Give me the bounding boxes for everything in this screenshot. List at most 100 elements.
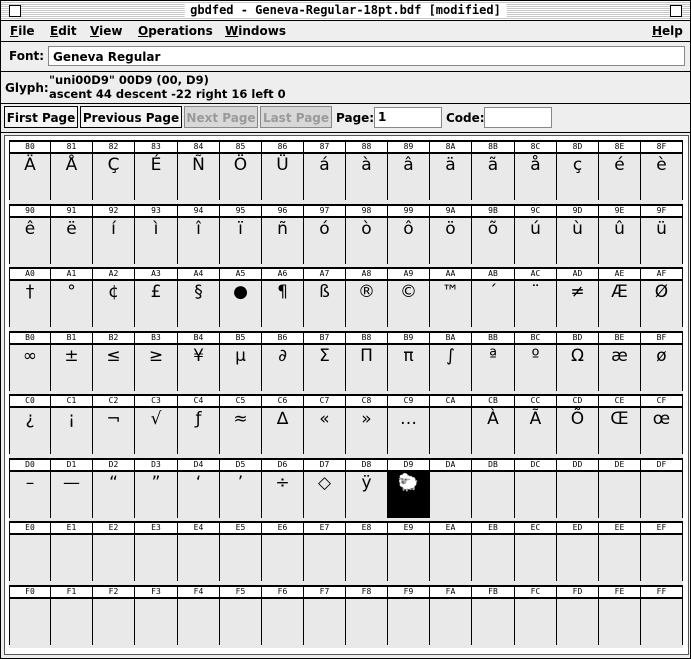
glyph-cell-da[interactable]: DA [430, 458, 472, 518]
glyph-cell-b1[interactable]: B1 ± [51, 331, 93, 391]
glyph-cell-bf[interactable]: BF ø [641, 331, 683, 391]
glyph-cell-fa[interactable]: FA [430, 585, 472, 645]
glyph-cell-c7[interactable]: C7 « [304, 394, 346, 454]
glyph-cell-93[interactable]: 93 ì [135, 204, 178, 264]
glyph-cell-8d[interactable]: 8D ç [557, 140, 599, 200]
glyph-cell-d7[interactable]: D7 ◇ [304, 458, 346, 518]
glyph-cell-b3[interactable]: B3 ≥ [135, 331, 178, 391]
glyph-cell-83[interactable]: 83 É [135, 140, 178, 200]
glyph-cell-92[interactable]: 92 í [93, 204, 135, 264]
glyph-cell-eb[interactable]: EB [472, 521, 515, 581]
glyph-cell-e0[interactable]: E0 [9, 521, 51, 581]
glyph-cell-8e[interactable]: 8E é [599, 140, 641, 200]
glyph-cell-d3[interactable]: D3” [135, 458, 178, 518]
glyph-cell-dd[interactable]: DD [557, 458, 599, 518]
glyph-cell-f2[interactable]: F2 [93, 585, 135, 645]
glyph-cell-98[interactable]: 98 ò [346, 204, 388, 264]
glyph-cell-90[interactable]: 90 ê [9, 204, 51, 264]
glyph-cell-ef[interactable]: EF [641, 521, 683, 581]
glyph-cell-d8[interactable]: D8 ÿ [346, 458, 388, 518]
glyph-cell-e5[interactable]: E5 [220, 521, 262, 581]
glyph-cell-8b[interactable]: 8B ã [472, 140, 515, 200]
menu-view[interactable]: View [90, 24, 122, 38]
glyph-cell-c8[interactable]: C8» [346, 394, 388, 454]
glyph-cell-a9[interactable]: A9 © [388, 267, 430, 327]
glyph-cell-d1[interactable]: D1— [51, 458, 93, 518]
glyph-cell-b5[interactable]: B5 µ [220, 331, 262, 391]
glyph-cell-9c[interactable]: 9C ú [515, 204, 557, 264]
glyph-cell-e4[interactable]: E4 [178, 521, 220, 581]
glyph-cell-b9[interactable]: B9 π [388, 331, 430, 391]
glyph-cell-ea[interactable]: EA [430, 521, 472, 581]
menu-operations[interactable]: Operations [138, 24, 213, 38]
glyph-cell-96[interactable]: 96 ñ [262, 204, 304, 264]
glyph-cell-ab[interactable]: AB ´ [472, 267, 515, 327]
glyph-cell-bc[interactable]: BC º [515, 331, 557, 391]
glyph-cell-e6[interactable]: E6 [262, 521, 304, 581]
glyph-cell-a1[interactable]: A1 ° [51, 267, 93, 327]
glyph-cell-af[interactable]: AF Ø [641, 267, 683, 327]
menu-edit[interactable]: Edit [50, 24, 77, 38]
glyph-cell-fd[interactable]: FD [557, 585, 599, 645]
glyph-cell-9f[interactable]: 9F ü [641, 204, 683, 264]
glyph-cell-ad[interactable]: AD ≠ [557, 267, 599, 327]
glyph-cell-80[interactable]: 80 Ä [9, 140, 51, 200]
last-page-button[interactable]: Last Page [260, 106, 332, 128]
font-name-field[interactable]: Geneva Regular [48, 46, 685, 66]
glyph-cell-c5[interactable]: C5 ≈ [220, 394, 262, 454]
menu-file[interactable]: File [10, 24, 35, 38]
glyph-cell-cb[interactable]: CB À [472, 394, 515, 454]
menu-windows[interactable]: Windows [225, 24, 286, 38]
close-box-icon[interactable] [9, 5, 21, 17]
glyph-cell-c2[interactable]: C2 ¬ [93, 394, 135, 454]
first-page-button[interactable]: First Page [4, 106, 78, 128]
glyph-cell-e2[interactable]: E2 [93, 521, 135, 581]
glyph-cell-ba[interactable]: BA ∫ [430, 331, 472, 391]
glyph-cell-91[interactable]: 91 ë [51, 204, 93, 264]
glyph-cell-bd[interactable]: BD Ω [557, 331, 599, 391]
glyph-cell-94[interactable]: 94 î [178, 204, 220, 264]
glyph-cell-c9[interactable]: C9… [388, 394, 430, 454]
glyph-cell-c6[interactable]: C6 ∆ [262, 394, 304, 454]
glyph-cell-d6[interactable]: D6 ÷ [262, 458, 304, 518]
glyph-cell-a2[interactable]: A2 ¢ [93, 267, 135, 327]
glyph-cell-fe[interactable]: FE [599, 585, 641, 645]
title-bar[interactable]: gbdfed - Geneva-Regular-18pt.bdf [modifi… [1, 1, 690, 21]
glyph-cell-a4[interactable]: A4 § [178, 267, 220, 327]
glyph-cell-ff[interactable]: FF [641, 585, 683, 645]
glyph-cell-c1[interactable]: C1 ¡ [51, 394, 93, 454]
glyph-cell-81[interactable]: 81 Å [51, 140, 93, 200]
glyph-cell-87[interactable]: 87 á [304, 140, 346, 200]
menu-help[interactable]: Help [652, 24, 683, 38]
glyph-cell-ec[interactable]: EC [515, 521, 557, 581]
glyph-cell-f7[interactable]: F7 [304, 585, 346, 645]
glyph-cell-f8[interactable]: F8 [346, 585, 388, 645]
glyph-cell-f5[interactable]: F5 [220, 585, 262, 645]
glyph-cell-d5[interactable]: D5’ [220, 458, 262, 518]
previous-page-button[interactable]: Previous Page [80, 106, 182, 128]
page-number-input[interactable]: 1 [374, 107, 442, 128]
glyph-cell-d9[interactable]: D9 🐑 [388, 458, 430, 518]
glyph-cell-f3[interactable]: F3 [135, 585, 178, 645]
glyph-cell-aa[interactable]: AA ™ [430, 267, 472, 327]
glyph-cell-8f[interactable]: 8F è [641, 140, 683, 200]
glyph-cell-bb[interactable]: BB ª [472, 331, 515, 391]
glyph-cell-a5[interactable]: A5 ● [220, 267, 262, 327]
glyph-cell-cc[interactable]: CC Ã [515, 394, 557, 454]
glyph-cell-ce[interactable]: CE Œ [599, 394, 641, 454]
glyph-cell-84[interactable]: 84 Ñ [178, 140, 220, 200]
glyph-cell-b4[interactable]: B4 ¥ [178, 331, 220, 391]
glyph-cell-f6[interactable]: F6 [262, 585, 304, 645]
glyph-cell-df[interactable]: DF [641, 458, 683, 518]
glyph-cell-f0[interactable]: F0 [9, 585, 51, 645]
glyph-cell-b6[interactable]: B6 ∂ [262, 331, 304, 391]
glyph-cell-9a[interactable]: 9A ö [430, 204, 472, 264]
glyph-cell-d2[interactable]: D2 “ [93, 458, 135, 518]
glyph-cell-a0[interactable]: A0 † [9, 267, 51, 327]
glyph-cell-ae[interactable]: AE Æ [599, 267, 641, 327]
glyph-cell-ac[interactable]: AC ¨ [515, 267, 557, 327]
glyph-cell-d0[interactable]: D0– [9, 458, 51, 518]
glyph-cell-d4[interactable]: D4 ‘ [178, 458, 220, 518]
glyph-cell-9d[interactable]: 9D ù [557, 204, 599, 264]
glyph-cell-a6[interactable]: A6 ¶ [262, 267, 304, 327]
